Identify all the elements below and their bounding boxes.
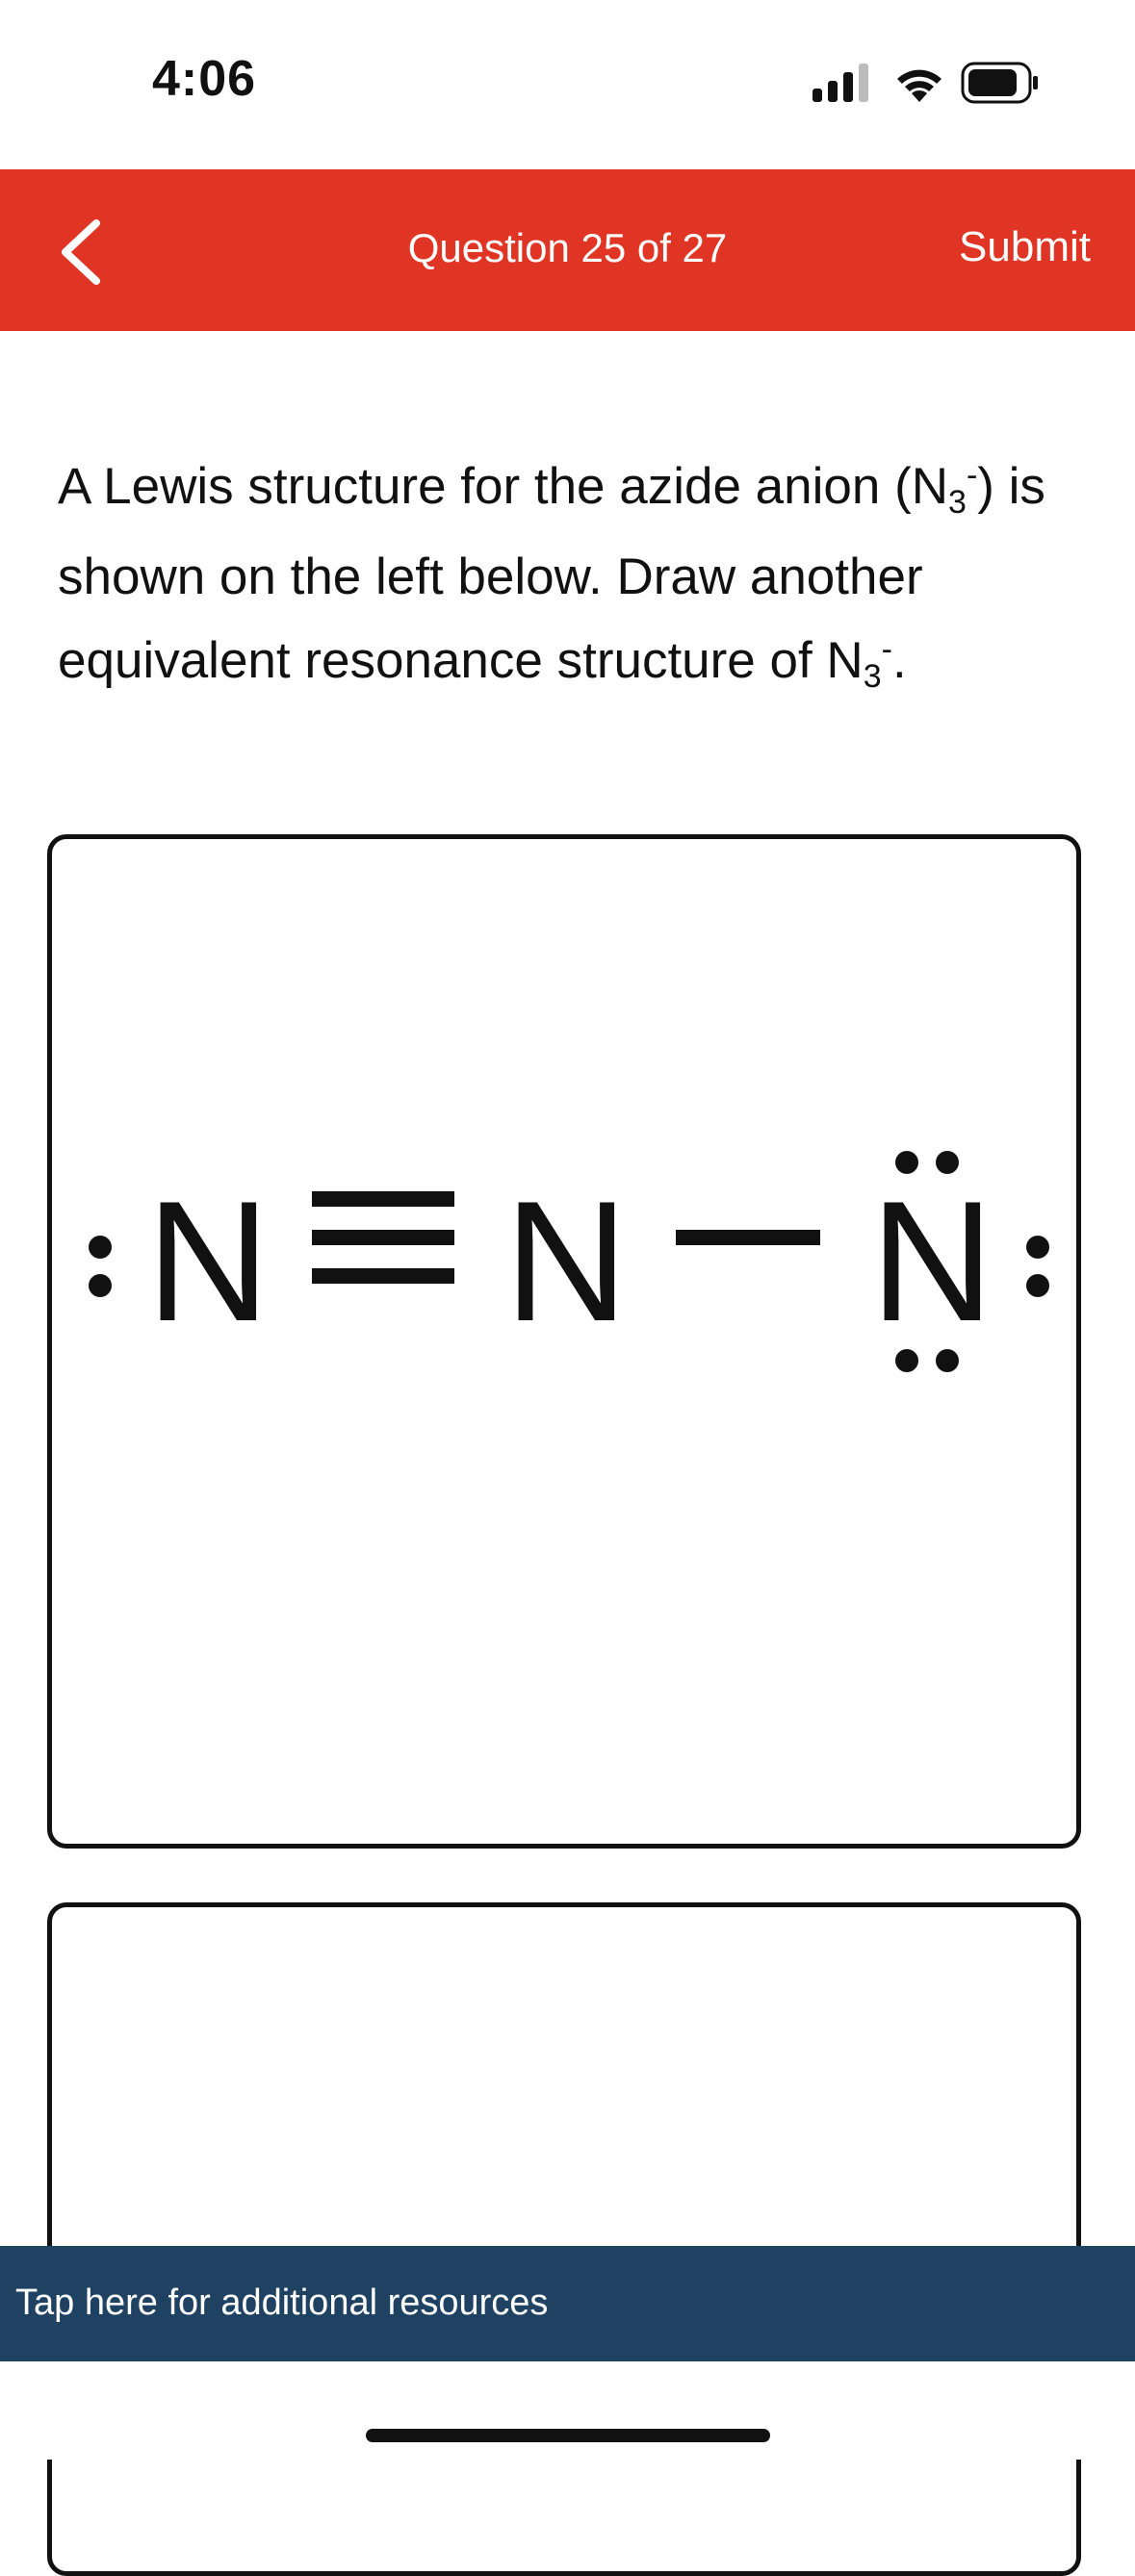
subscript-3: 3 [863,658,882,695]
lone-pair-electron [895,1151,918,1174]
atom-n3: N [870,1165,994,1357]
question-text: A Lewis structure for the azide anion (N… [58,445,1088,709]
lone-pair-electron [936,1349,959,1372]
lewis-structure-panel: N N N [47,834,1081,1849]
single-bond-line [676,1230,820,1245]
triple-bond-line [312,1268,454,1284]
lone-pair-electron [895,1349,918,1372]
battery-icon [961,62,1038,104]
nav-bar: Question 25 of 27 Submit [0,169,1135,331]
wifi-icon [897,69,942,102]
question-part-3: . [891,632,907,689]
submit-button[interactable]: Submit [959,223,1091,271]
azide-lewis-structure: N N N [89,1151,1049,1372]
superscript-minus: - [881,631,892,668]
home-indicator[interactable] [366,2429,770,2442]
triple-bond-line [312,1230,454,1245]
lone-pair-electron [936,1151,959,1174]
lone-pair-electron [1026,1274,1049,1297]
status-bar: 4:06 [0,0,1135,169]
superscript-minus: - [966,457,978,494]
additional-resources-label: Tap here for additional resources [15,2283,549,2323]
status-time: 4:06 [152,51,257,107]
subscript-3: 3 [948,484,967,521]
bottom-safe-area [0,2361,1135,2460]
lone-pair-electron [89,1274,112,1297]
lone-pair-electron [1026,1236,1049,1259]
triple-bond-line [312,1191,454,1207]
answer-drawing-panel[interactable] [47,1902,1081,2576]
atom-n2: N [504,1165,629,1357]
additional-resources-bar[interactable]: Tap here for additional resources [0,2246,1135,2361]
lone-pair-electron [89,1236,112,1259]
question-part-1: A Lewis structure for the azide anion (N [58,458,949,515]
signal-icon [813,64,868,102]
atom-n1: N [146,1165,271,1357]
